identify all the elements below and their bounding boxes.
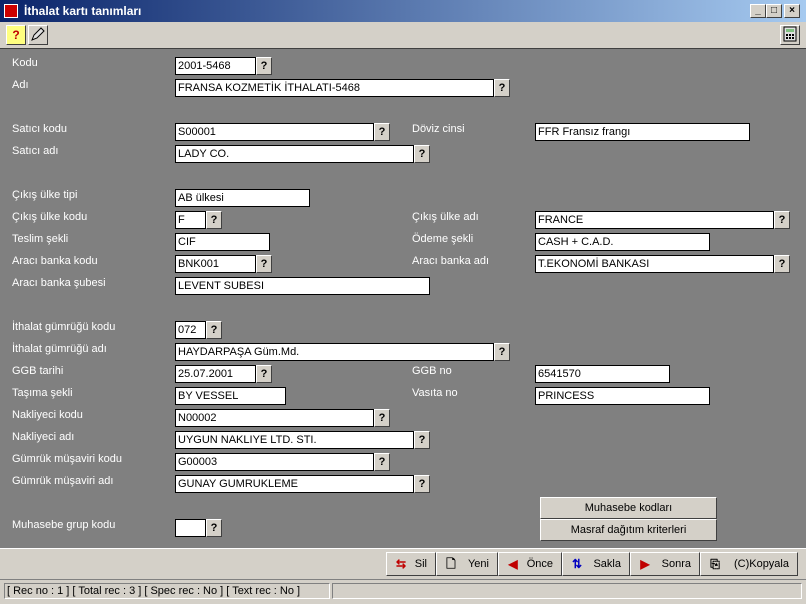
ithalat-gumrugu-adi-lookup-button[interactable]: ? (494, 343, 510, 361)
satici-adi-field[interactable]: LADY CO. (175, 145, 414, 163)
muhasebe-kodlari-button[interactable]: Muhasebe kodları (540, 497, 717, 519)
arrow-right-icon: ▶ (640, 557, 650, 571)
help-icon[interactable]: ? (6, 25, 26, 45)
teslim-sekli-field[interactable]: CIF (175, 233, 270, 251)
tasima-sekli-label: Taşıma şekli (12, 387, 73, 399)
delete-button[interactable]: ⇆ Sil (386, 552, 436, 576)
gumruk-musaviri-adi-lookup-button[interactable]: ? (414, 475, 430, 493)
araci-banka-subesi-field[interactable]: LEVENT SUBESI (175, 277, 430, 295)
record-status: [ Rec no : 1 ] [ Total rec : 3 ] [ Spec … (4, 583, 330, 599)
cikis-ulke-adi-field[interactable]: FRANCE (535, 211, 774, 229)
vasita-no-field[interactable]: PRINCESS (535, 387, 710, 405)
gumruk-musaviri-adi-label: Gümrük müşaviri adı (12, 475, 114, 487)
title-bar[interactable]: İthalat kartı tanımları _ □ × (0, 0, 806, 22)
cikis-ulke-tipi-label: Çıkış ülke tipi (12, 189, 78, 201)
cikis-ulke-adi-lookup-button[interactable]: ? (774, 211, 790, 229)
pencil-icon[interactable] (28, 25, 48, 45)
nakliyeci-adi-label: Nakliyeci adı (12, 431, 75, 443)
save-button[interactable]: ⇅ Sakla (562, 552, 630, 576)
ithalat-gumrugu-kodu-field[interactable]: 072 (175, 321, 206, 339)
muhasebe-grup-kodu-label: Muhasebe grup kodu (12, 519, 116, 531)
gumruk-musaviri-kodu-label: Gümrük müşaviri kodu (12, 453, 123, 465)
tasima-sekli-field[interactable]: BY VESSEL (175, 387, 286, 405)
nakliyeci-kodu-field[interactable]: N00002 (175, 409, 374, 427)
gumruk-musaviri-adi-field[interactable]: GUNAY GUMRUKLEME (175, 475, 414, 493)
ithalat-gumrugu-adi-label: İthalat gümrüğü adı (12, 343, 107, 355)
previous-button[interactable]: ◀ Önce (498, 552, 562, 576)
araci-banka-subesi-label: Aracı banka şubesi (12, 277, 106, 289)
gumruk-musaviri-kodu-lookup-button[interactable]: ? (374, 453, 390, 471)
araci-banka-adi-label: Aracı banka adı (412, 255, 490, 267)
adi-field[interactable]: FRANSA KOZMETİK İTHALATI-5468 (175, 79, 494, 97)
cikis-ulke-kodu-label: Çıkış ülke kodu (12, 211, 88, 223)
ggb-no-label: GGB no (412, 365, 452, 377)
araci-banka-adi-field[interactable]: T.EKONOMİ BANKASI (535, 255, 774, 273)
ithalat-gumrugu-kodu-label: İthalat gümrüğü kodu (12, 321, 116, 333)
muhasebe-grup-kodu-field[interactable] (175, 519, 206, 537)
save-icon: ⇅ (571, 557, 583, 571)
toolbar: ? (0, 22, 806, 49)
copy-icon: ⎘ (710, 557, 720, 571)
satici-adi-label: Satıcı adı (12, 145, 59, 157)
cikis-ulke-kodu-lookup-button[interactable]: ? (206, 211, 222, 229)
copy-button[interactable]: ⎘ (C)Kopyala (700, 552, 798, 576)
ithalat-gumrugu-kodu-lookup-button[interactable]: ? (206, 321, 222, 339)
cikis-ulke-tipi-field[interactable]: AB ülkesi (175, 189, 310, 207)
minimize-button[interactable]: _ (750, 4, 766, 18)
nakliyeci-kodu-label: Nakliyeci kodu (12, 409, 83, 421)
cikis-ulke-kodu-field[interactable]: F (175, 211, 206, 229)
muhasebe-grup-kodu-lookup-button[interactable]: ? (206, 519, 222, 537)
araci-banka-kodu-field[interactable]: BNK001 (175, 255, 256, 273)
kodu-field[interactable]: 2001-5468 (175, 57, 256, 75)
satici-kodu-field[interactable]: S00001 (175, 123, 374, 141)
close-button[interactable]: × (784, 4, 800, 18)
ggb-tarihi-calendar-button[interactable]: ? (256, 365, 272, 383)
window-title: İthalat kartı tanımları (24, 4, 142, 18)
app-icon (4, 4, 18, 18)
import-card-window: İthalat kartı tanımları _ □ × ? Kodu 200… (0, 0, 806, 604)
cikis-ulke-adi-label: Çıkış ülke adı (412, 211, 479, 223)
gumruk-musaviri-kodu-field[interactable]: G00003 (175, 453, 374, 471)
satici-adi-lookup-button[interactable]: ? (414, 145, 430, 163)
adi-lookup-button[interactable]: ? (494, 79, 510, 97)
odeme-sekli-label: Ödeme şekli (412, 233, 474, 245)
ggb-tarihi-label: GGB tarihi (12, 365, 64, 377)
doviz-cinsi-field[interactable]: FFR Fransız frangı (535, 123, 750, 141)
nakliyeci-adi-lookup-button[interactable]: ? (414, 431, 430, 449)
delete-icon: ⇆ (395, 557, 407, 571)
araci-banka-adi-lookup-button[interactable]: ? (774, 255, 790, 273)
vasita-no-label: Vasıta no (412, 387, 458, 399)
adi-label: Adı (12, 79, 29, 91)
status-bar: [ Rec no : 1 ] [ Total rec : 3 ] [ Spec … (0, 579, 806, 604)
teslim-sekli-label: Teslim şekli (12, 233, 69, 245)
next-button[interactable]: ▶ Sonra (630, 552, 700, 576)
action-bar: ⇆ Sil 🗋 Yeni ◀ Önce ⇅ Sakla ▶ Sonra ⎘ (C… (0, 548, 806, 579)
masraf-dagitim-button[interactable]: Masraf dağıtım kriterleri (540, 519, 717, 541)
kodu-lookup-button[interactable]: ? (256, 57, 272, 75)
ithalat-gumrugu-adi-field[interactable]: HAYDARPAŞA Güm.Md. (175, 343, 494, 361)
araci-banka-kodu-lookup-button[interactable]: ? (256, 255, 272, 273)
new-button[interactable]: 🗋 Yeni (436, 552, 498, 576)
calculator-icon[interactable] (780, 25, 800, 45)
doviz-cinsi-label: Döviz cinsi (412, 123, 465, 135)
nakliyeci-kodu-lookup-button[interactable]: ? (374, 409, 390, 427)
new-document-icon: 🗋 (446, 557, 456, 571)
maximize-button[interactable]: □ (766, 4, 782, 18)
ggb-tarihi-field[interactable]: 25.07.2001 (175, 365, 256, 383)
status-panel (332, 583, 802, 599)
arrow-left-icon: ◀ (508, 557, 518, 571)
nakliyeci-adi-field[interactable]: UYGUN NAKLIYE LTD. STI. (175, 431, 414, 449)
satici-kodu-label: Satıcı kodu (12, 123, 68, 135)
satici-kodu-lookup-button[interactable]: ? (374, 123, 390, 141)
araci-banka-kodu-label: Aracı banka kodu (12, 255, 98, 267)
ggb-no-field[interactable]: 6541570 (535, 365, 670, 383)
odeme-sekli-field[interactable]: CASH + C.A.D. (535, 233, 710, 251)
kodu-label: Kodu (12, 57, 38, 69)
